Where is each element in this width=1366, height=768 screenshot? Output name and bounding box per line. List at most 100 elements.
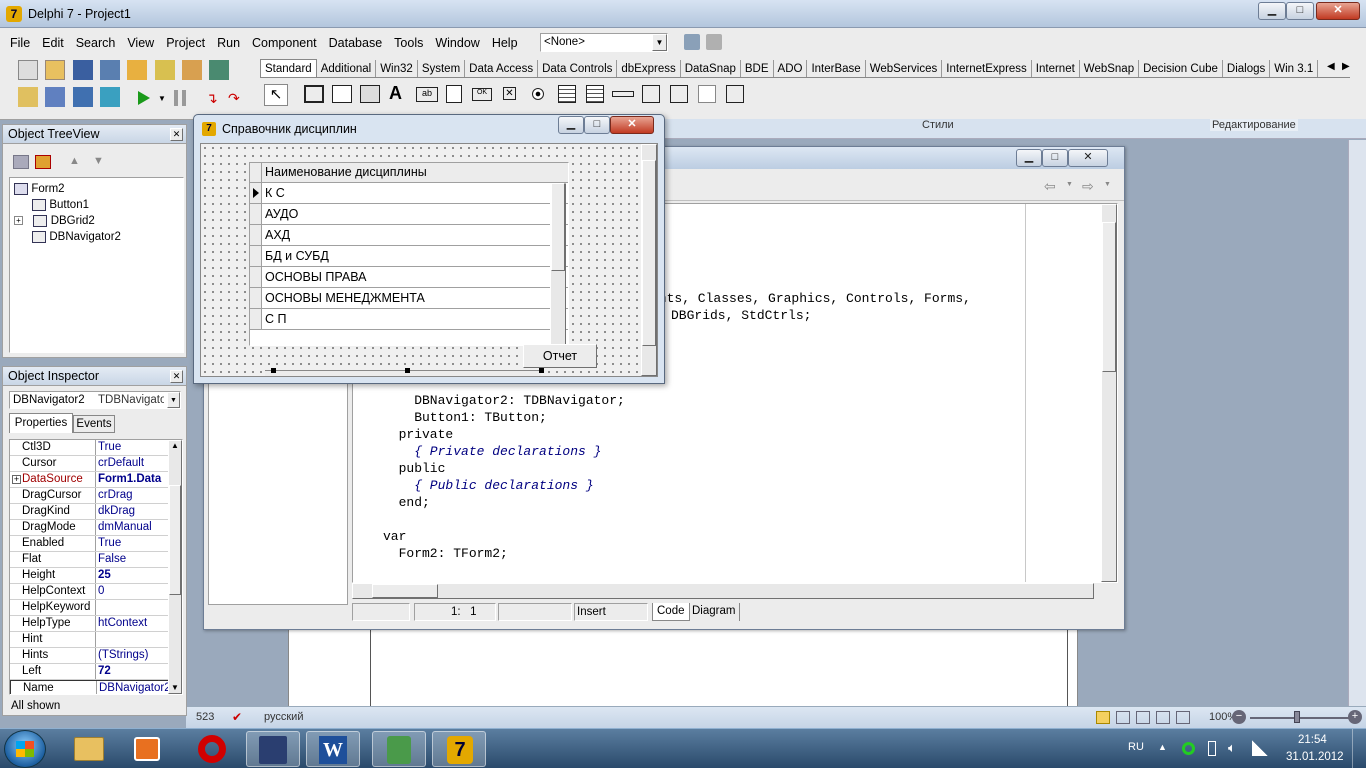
button-icon[interactable]: OK xyxy=(472,88,492,101)
save-icon[interactable] xyxy=(72,60,93,80)
dbnavigator[interactable] xyxy=(265,370,541,376)
actionlist-icon[interactable] xyxy=(726,85,744,103)
web-layout-icon[interactable] xyxy=(1136,711,1150,724)
save-all-icon[interactable] xyxy=(100,60,121,80)
taskbar-save-app[interactable] xyxy=(246,731,300,767)
outline-icon[interactable] xyxy=(1156,711,1170,724)
desktop-combo[interactable]: <None> ▼ xyxy=(540,33,668,52)
panel-icon[interactable] xyxy=(698,85,716,103)
tree-item-form2[interactable]: Form2 xyxy=(14,181,65,197)
property-row[interactable]: Ctl3D True xyxy=(10,440,182,456)
checkbox-icon[interactable]: ✕ xyxy=(503,87,516,100)
grid-cell[interactable]: АУДО xyxy=(262,204,568,224)
menu-window[interactable]: Window xyxy=(429,30,485,56)
pause-icon[interactable] xyxy=(174,90,186,106)
property-row[interactable]: DragCursor crDrag xyxy=(10,488,182,504)
form-minimize-button[interactable]: ▁ xyxy=(558,116,584,134)
clock-date[interactable]: 31.01.2012 xyxy=(1286,751,1344,763)
tab-properties[interactable]: Properties xyxy=(9,413,73,433)
move-up-icon[interactable]: ▲ xyxy=(69,155,80,167)
palette-tab-bde[interactable]: BDE xyxy=(741,60,774,77)
tree-item-button1[interactable]: Button1 xyxy=(32,197,89,213)
editor-hscroll-thumb[interactable] xyxy=(372,584,438,598)
menu-edit[interactable]: Edit xyxy=(36,30,70,56)
tree-item-dbnavigator2[interactable]: DBNavigator2 xyxy=(32,229,121,245)
editor-close-button[interactable]: ✕ xyxy=(1068,149,1108,167)
spellcheck-icon[interactable]: ✔ xyxy=(232,710,248,724)
scrollbar-icon[interactable] xyxy=(612,91,634,97)
menu-project[interactable]: Project xyxy=(160,30,211,56)
show-desktop-button[interactable] xyxy=(1352,729,1366,768)
groupbox-icon[interactable] xyxy=(642,85,660,103)
combobox-icon[interactable] xyxy=(586,85,604,103)
palette-tab-additional[interactable]: Additional xyxy=(317,60,377,77)
menu-file[interactable]: File xyxy=(4,30,36,56)
scroll-up-icon[interactable]: ▲ xyxy=(171,441,179,450)
grid-cell[interactable]: С П xyxy=(262,309,568,329)
grid-cell[interactable]: АХД xyxy=(262,225,568,245)
mainmenu-icon[interactable] xyxy=(332,85,352,103)
grid-row[interactable]: К С xyxy=(250,183,568,204)
close-button[interactable]: ✕ xyxy=(1316,2,1360,20)
full-screen-icon[interactable] xyxy=(1116,711,1130,724)
form-maximize-button[interactable]: □ xyxy=(584,116,610,134)
property-row[interactable]: DragKind dkDrag xyxy=(10,504,182,520)
property-row[interactable]: HelpType htContext xyxy=(10,616,182,632)
save-desktop-icon[interactable] xyxy=(684,34,700,50)
palette-tab-data-access[interactable]: Data Access xyxy=(465,60,539,77)
dbgrid[interactable]: Наименование дисциплины К С АУДО АХД БД и С… xyxy=(249,162,569,346)
battery-icon[interactable] xyxy=(1208,741,1216,756)
grid-vscroll-thumb[interactable] xyxy=(551,183,565,271)
menu-database[interactable]: Database xyxy=(323,30,389,56)
nav-back-icon[interactable]: ⇦ xyxy=(1044,178,1056,195)
radiobutton-icon[interactable] xyxy=(532,88,544,100)
grid-column-header[interactable]: Наименование дисциплины xyxy=(262,163,568,182)
tab-code[interactable]: Code xyxy=(652,603,690,621)
open-icon[interactable] xyxy=(45,60,66,80)
form-design-surface[interactable]: Наименование дисциплины К С АУДО АХД БД и С… xyxy=(200,143,658,377)
trace-into-icon[interactable]: ↴ xyxy=(206,90,220,106)
grid-cell[interactable]: ОСНОВЫ ПРАВА xyxy=(262,267,568,287)
open-project-icon[interactable] xyxy=(127,60,148,80)
inspector-close-icon[interactable]: ✕ xyxy=(170,370,183,383)
radiogroup-icon[interactable] xyxy=(670,85,688,103)
view-form-icon[interactable] xyxy=(45,87,66,107)
add-to-project-icon[interactable] xyxy=(154,60,175,80)
clock-time[interactable]: 21:54 xyxy=(1298,734,1327,746)
property-row[interactable]: Height 25 xyxy=(10,568,182,584)
chevron-down-icon[interactable]: ▼ xyxy=(167,392,180,408)
form-close-button[interactable]: ✕ xyxy=(610,116,654,134)
palette-tab-dbexpress[interactable]: dbExpress xyxy=(617,60,681,77)
nav-forward-icon[interactable]: ⇨ xyxy=(1082,178,1094,195)
grid-row[interactable]: ОСНОВЫ МЕНЕДЖМЕНТА xyxy=(250,288,568,309)
menu-run[interactable]: Run xyxy=(211,30,246,56)
palette-tab-datasnap[interactable]: DataSnap xyxy=(681,60,741,77)
taskbar-file-manager[interactable] xyxy=(372,731,426,767)
palette-tab-internetexpress[interactable]: InternetExpress xyxy=(942,60,1032,77)
menu-view[interactable]: View xyxy=(121,30,160,56)
property-row[interactable]: Enabled True xyxy=(10,536,182,552)
popupmenu-icon[interactable] xyxy=(360,85,380,103)
property-row[interactable]: Hint xyxy=(10,632,182,648)
grid-cell[interactable]: К С xyxy=(262,183,568,203)
frames-icon[interactable] xyxy=(304,85,324,103)
delete-item-icon[interactable] xyxy=(35,155,51,169)
background-right-scrollbar[interactable] xyxy=(1348,140,1366,706)
palette-tab-data-controls[interactable]: Data Controls xyxy=(538,60,618,77)
toggle-form-unit-icon[interactable] xyxy=(72,87,93,107)
palette-tab-interbase[interactable]: InterBase xyxy=(807,60,866,77)
signal-icon[interactable] xyxy=(1252,740,1268,756)
palette-scroll-right-icon[interactable]: ▶ xyxy=(1342,61,1350,72)
treeview-close-icon[interactable]: ✕ xyxy=(170,128,183,141)
zoom-out-icon[interactable]: − xyxy=(1232,710,1246,724)
property-row[interactable]: Left 72 xyxy=(10,664,182,680)
editor-minimize-button[interactable]: ▁ xyxy=(1016,149,1042,167)
grid-cell[interactable]: ОСНОВЫ МЕНЕДЖМЕНТА xyxy=(262,288,568,308)
property-row[interactable]: DragMode dmManual xyxy=(10,520,182,536)
palette-tab-win31[interactable]: Win 3.1 xyxy=(1270,60,1319,77)
zoom-slider[interactable] xyxy=(1250,717,1350,719)
memo-icon[interactable] xyxy=(446,85,462,103)
remove-from-project-icon[interactable] xyxy=(182,60,203,80)
run-icon[interactable] xyxy=(138,91,150,105)
property-row[interactable]: + DataSource Form1.Data xyxy=(10,472,182,488)
